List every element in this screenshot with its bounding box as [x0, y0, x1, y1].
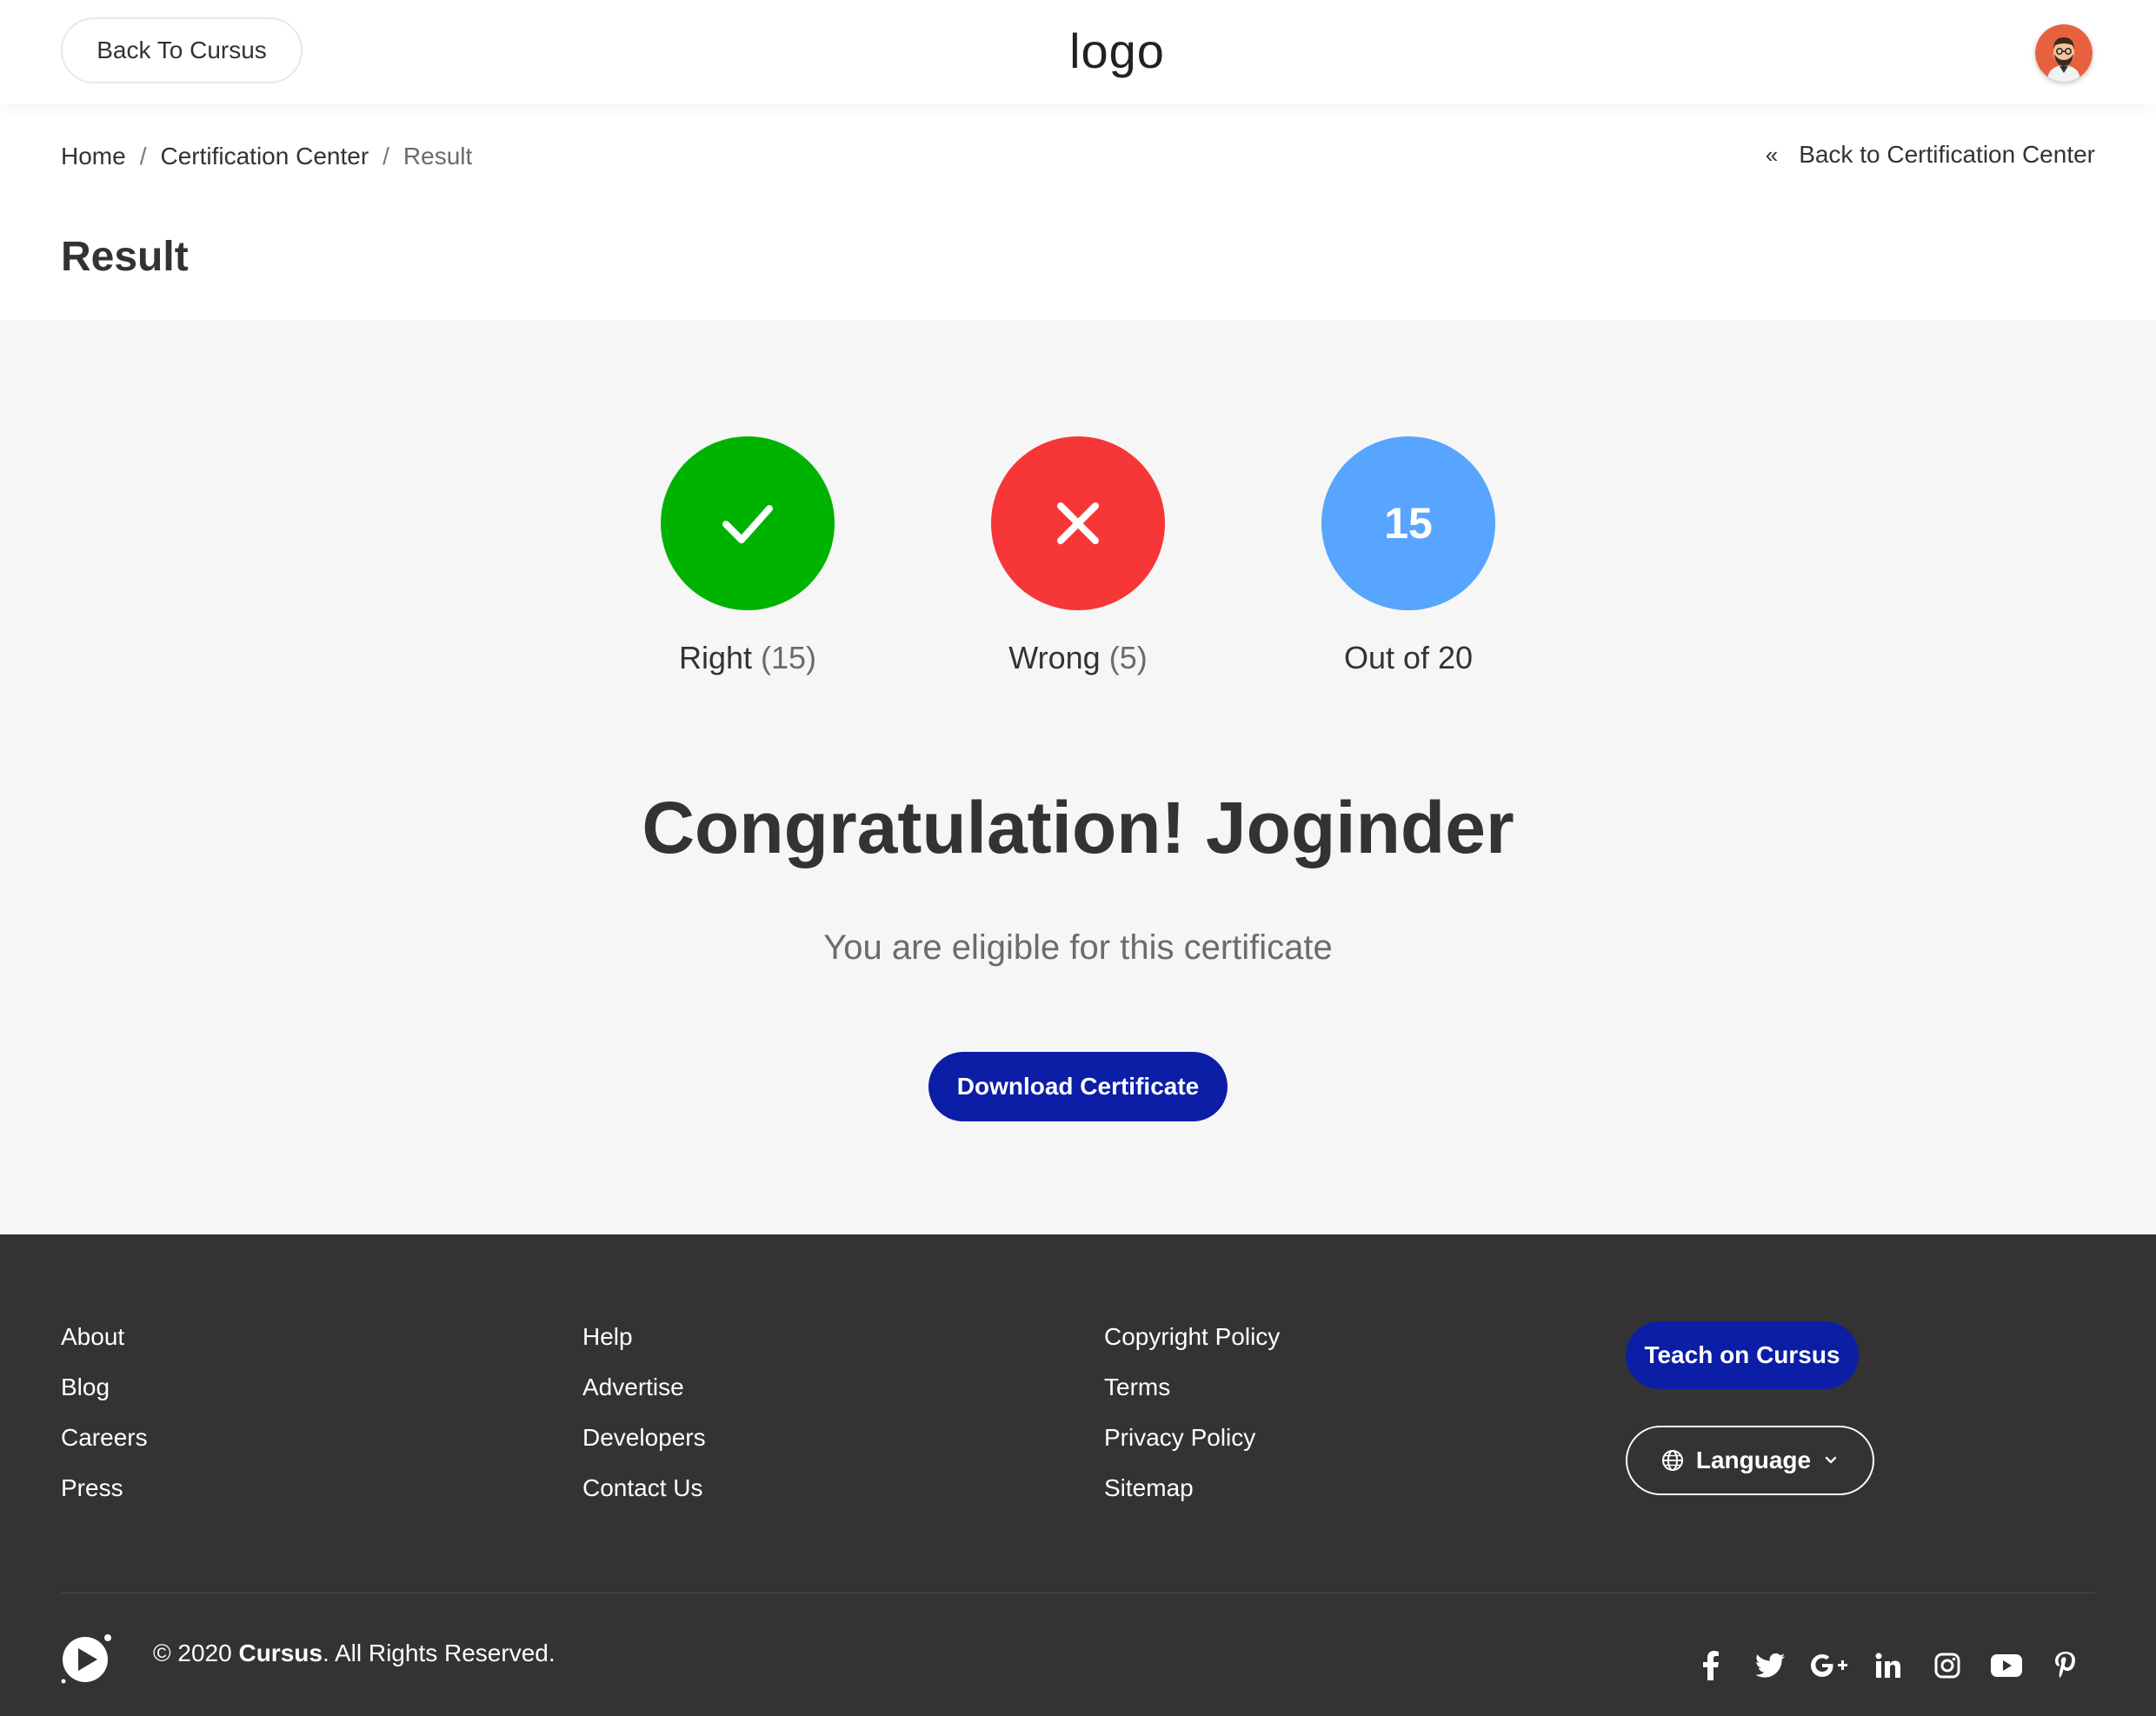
teach-on-cursus-button[interactable]: Teach on Cursus — [1626, 1321, 1859, 1389]
download-certificate-button[interactable]: Download Certificate — [928, 1052, 1228, 1121]
score-stat: 15 Out of 20 — [1278, 436, 1539, 676]
copyright-brand: Cursus — [238, 1640, 323, 1666]
breadcrumb-separator: / — [383, 143, 389, 170]
right-label-text: Right — [678, 640, 752, 675]
footer-link-sitemap[interactable]: Sitemap — [1104, 1473, 1280, 1523]
footer-link-terms[interactable]: Terms — [1104, 1372, 1280, 1422]
pinterest-icon[interactable] — [2036, 1648, 2095, 1683]
breadcrumb-current: Result — [403, 143, 473, 170]
chevron-down-icon — [1825, 1456, 1837, 1464]
language-label: Language — [1695, 1447, 1812, 1473]
breadcrumb-certification-center[interactable]: Certification Center — [160, 143, 369, 170]
breadcrumb-home[interactable]: Home — [61, 143, 126, 170]
wrong-circle — [991, 436, 1165, 610]
eligibility-text: You are eligible for this certificate — [823, 928, 1333, 967]
breadcrumb: Home / Certification Center / Result — [61, 143, 472, 170]
page-title: Result — [61, 234, 189, 280]
footer-link-developers[interactable]: Developers — [582, 1422, 706, 1473]
footer-column-support: Help Advertise Developers Contact Us — [582, 1321, 706, 1523]
copyright-text: © 2020 Cursus. All Rights Reserved. — [153, 1640, 556, 1667]
logo[interactable]: logo — [1026, 23, 1208, 79]
wrong-label-text: Wrong — [1008, 640, 1101, 675]
globe-icon — [1661, 1450, 1683, 1471]
language-selector[interactable]: Language — [1626, 1426, 1874, 1495]
footer-link-about[interactable]: About — [61, 1321, 148, 1372]
footer-link-press[interactable]: Press — [61, 1473, 148, 1523]
footer-column-legal: Copyright Policy Terms Privacy Policy Si… — [1104, 1321, 1280, 1523]
footer-link-advertise[interactable]: Advertise — [582, 1372, 706, 1422]
back-to-certification-center-link[interactable]: « Back to Certification Center — [1766, 141, 2095, 169]
footer: About Blog Careers Press Help Advertise … — [0, 1234, 2156, 1716]
result-section: Right (15) Wrong (5) 15 Out of 20 Congra… — [0, 320, 2156, 1234]
avatar-illustration-icon — [2035, 24, 2093, 82]
wrong-answers-stat: Wrong (5) — [948, 436, 1208, 676]
footer-link-copyright-policy[interactable]: Copyright Policy — [1104, 1321, 1280, 1372]
check-icon — [722, 505, 773, 543]
facebook-icon[interactable] — [1681, 1648, 1740, 1683]
right-circle — [661, 436, 835, 610]
youtube-icon[interactable] — [1977, 1648, 2036, 1683]
wrong-label: Wrong (5) — [948, 640, 1208, 676]
score-value: 15 — [1384, 499, 1433, 548]
footer-link-contact-us[interactable]: Contact Us — [582, 1473, 706, 1523]
footer-link-help[interactable]: Help — [582, 1321, 706, 1372]
social-links — [1681, 1648, 2095, 1683]
user-avatar[interactable] — [2035, 24, 2093, 82]
copyright-suffix: . All Rights Reserved. — [322, 1640, 556, 1666]
footer-link-blog[interactable]: Blog — [61, 1372, 148, 1422]
twitter-icon[interactable] — [1740, 1648, 1800, 1683]
footer-link-privacy-policy[interactable]: Privacy Policy — [1104, 1422, 1280, 1473]
linkedin-icon[interactable] — [1859, 1648, 1918, 1683]
breadcrumb-separator: / — [139, 143, 147, 170]
cursus-logo-icon[interactable] — [61, 1631, 115, 1685]
score-circle: 15 — [1321, 436, 1495, 610]
double-chevron-left-icon: « — [1765, 141, 1779, 168]
right-count: (15) — [761, 640, 817, 675]
back-to-cursus-button[interactable]: Back To Cursus — [61, 17, 303, 83]
footer-column-company: About Blog Careers Press — [61, 1321, 148, 1523]
instagram-icon[interactable] — [1918, 1648, 1977, 1683]
top-header: Back To Cursus logo — [0, 0, 2156, 104]
back-link-label: Back to Certification Center — [1799, 141, 2095, 168]
close-icon — [1057, 502, 1099, 544]
google-plus-icon[interactable] — [1800, 1648, 1859, 1683]
copyright-prefix: © 2020 — [153, 1640, 239, 1666]
play-logo-icon — [61, 1634, 111, 1684]
footer-link-careers[interactable]: Careers — [61, 1422, 148, 1473]
wrong-count: (5) — [1108, 640, 1148, 675]
congratulation-heading: Congratulation! Joginder — [642, 787, 1514, 868]
right-label: Right (15) — [617, 640, 878, 676]
right-answers-stat: Right (15) — [617, 436, 878, 676]
score-label: Out of 20 — [1343, 640, 1474, 675]
